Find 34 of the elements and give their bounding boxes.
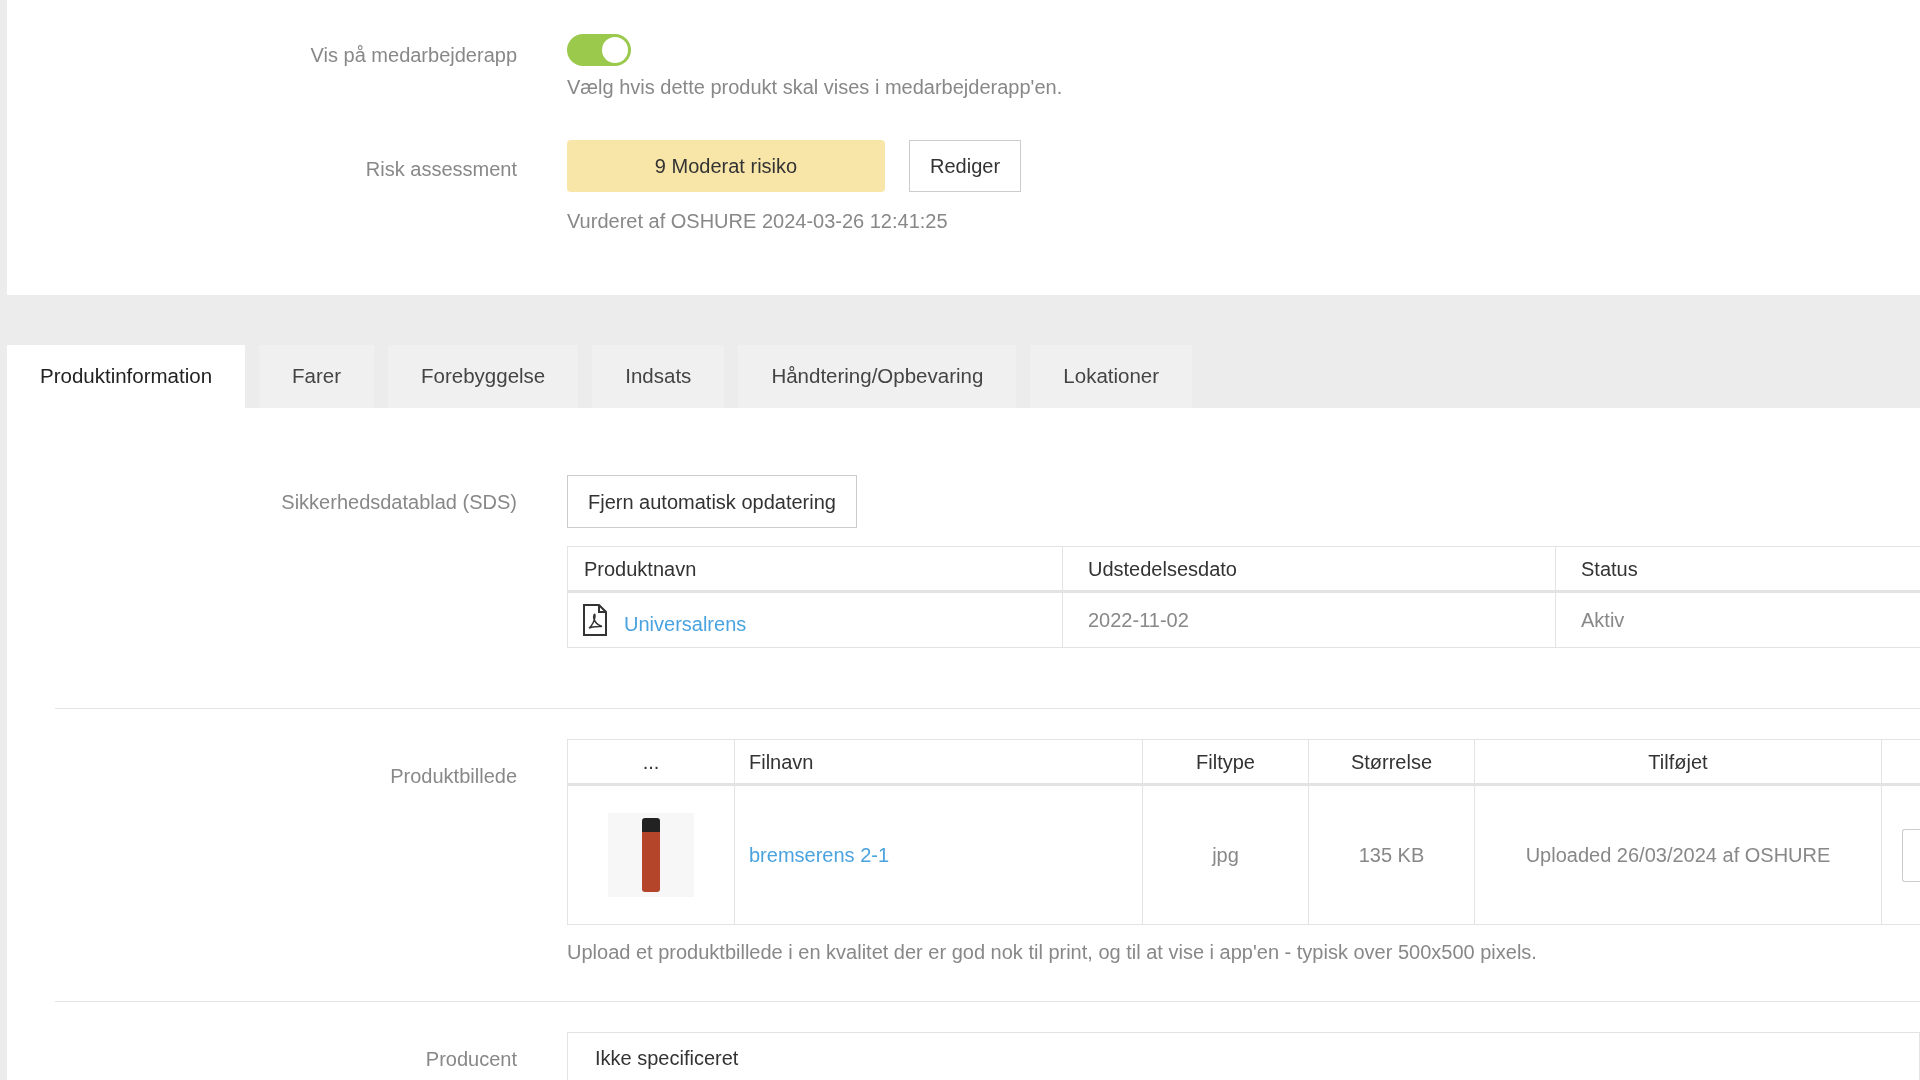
producer-field[interactable]: Ikke specificeret	[567, 1032, 1920, 1080]
column-header: Filtype	[1196, 749, 1255, 775]
tab[interactable]: Produktinformation	[7, 345, 246, 408]
remove-auto-update-button[interactable]: Fjern automatisk opdatering	[567, 475, 857, 528]
field-label: Producent	[425, 1048, 517, 1070]
help-text: Vælg hvis dette produkt skal vises i medarbejderapp'en.	[567, 75, 1064, 100]
tab[interactable]: Håndtering/Opbevaring	[738, 345, 1017, 408]
table-cell-text: Uploaded 26/03/2024 af OSHURE	[1525, 843, 1831, 868]
field-label: Risk assessment	[365, 158, 517, 180]
field-label: Sikkerhedsdatablad (SDS)	[281, 491, 517, 513]
tab[interactable]: Forebyggelse	[388, 345, 579, 408]
toggle-switch[interactable]	[567, 34, 631, 66]
column-header: ...	[642, 749, 660, 775]
column-header: Filnavn	[749, 749, 814, 775]
table-cell-text: 2022-11-02	[1088, 608, 1189, 633]
pdf-file-icon	[582, 604, 608, 636]
help-text: Vurderet af OSHURE 2024-03-26 12:41:25	[567, 209, 949, 234]
help-text: Upload et produktbillede i en kvalitet der er god nok til print, og til at vise i app'en - typisk over 500x500 pixels.	[567, 940, 1538, 965]
table-cell-text: 135 KB	[1358, 843, 1425, 868]
column-header: Status	[1581, 556, 1638, 582]
tab[interactable]: Indsats	[592, 345, 725, 408]
column-header: Produktnavn	[584, 556, 697, 582]
table-cell-text: jpg	[1212, 843, 1239, 868]
column-header: Udstedelsesdato	[1088, 556, 1237, 582]
column-header: Tilføjet	[1648, 749, 1708, 775]
table-cell-text: Aktiv	[1581, 608, 1625, 633]
field-label: Produktbillede	[390, 765, 517, 787]
risk-badge: 9 Moderat risiko	[567, 140, 885, 192]
cut-off-button[interactable]	[1902, 828, 1920, 882]
field-label: Vis på medarbejderapp	[310, 44, 517, 66]
tab[interactable]: Lokationer	[1030, 345, 1193, 408]
column-header: Størrelse	[1350, 749, 1433, 775]
edit-button[interactable]: Rediger	[909, 140, 1022, 192]
tab[interactable]: Farer	[259, 345, 375, 408]
